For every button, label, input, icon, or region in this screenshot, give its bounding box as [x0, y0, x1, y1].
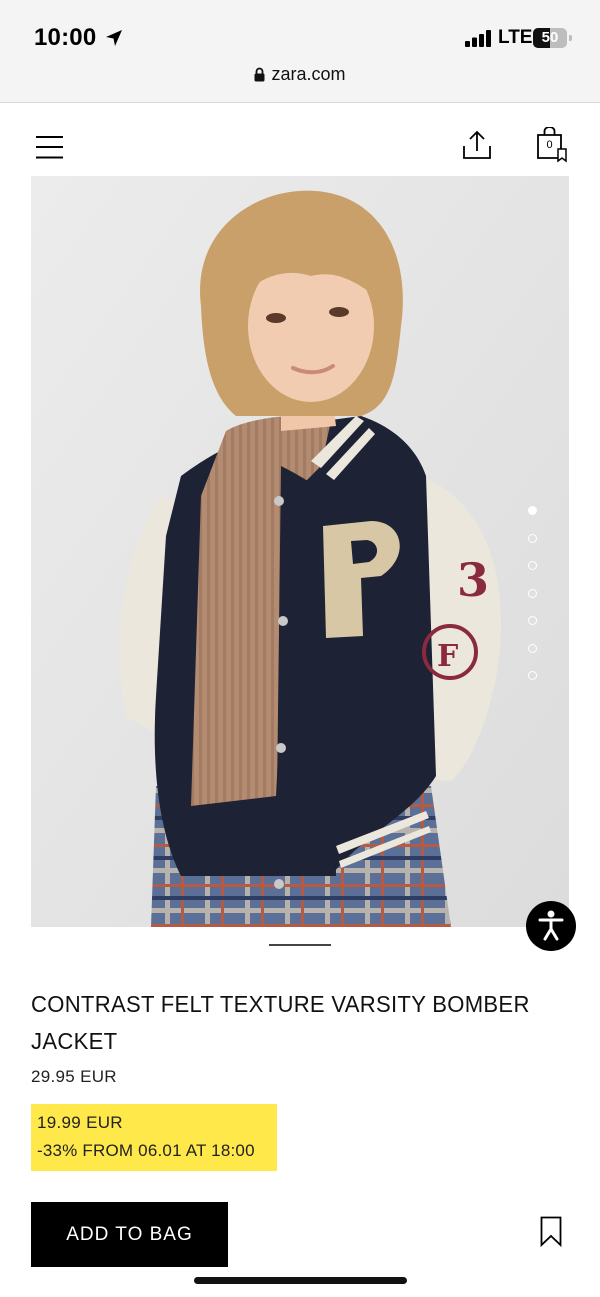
status-time: 10:00 [34, 24, 97, 51]
svg-text:3: 3 [457, 553, 489, 607]
gallery-dot[interactable] [528, 643, 537, 653]
signal-icon [465, 30, 491, 47]
network-type: LTE [498, 27, 533, 48]
bag-count: 0 [546, 139, 553, 151]
promo-badge: 19.99 EUR -33% FROM 06.01 AT 18:00 [31, 1104, 277, 1171]
original-price: 29.95 EUR [31, 1067, 117, 1086]
site-header [0, 103, 600, 175]
bookmark-icon[interactable] [540, 1216, 562, 1247]
svg-text:F: F [437, 639, 458, 674]
share-icon[interactable] [462, 130, 492, 160]
accessibility-button[interactable] [526, 901, 576, 951]
gallery-dot[interactable] [528, 616, 537, 625]
gallery-dot[interactable] [528, 533, 537, 543]
battery-icon: 50 [533, 28, 573, 48]
gallery-dot[interactable] [528, 671, 537, 680]
home-indicator [194, 1277, 407, 1284]
product-title: CONTRAST FELT TEXTURE VARSITY BOMBER JAC… [31, 991, 530, 1054]
gallery-dot[interactable] [528, 561, 537, 570]
product-image[interactable]: 3 F [31, 176, 569, 927]
menu-icon[interactable] [36, 136, 63, 159]
lock-icon [254, 67, 265, 82]
accessibility-icon [538, 910, 564, 941]
gallery-dot[interactable] [528, 588, 537, 598]
bag-icon[interactable]: 0 [536, 127, 570, 163]
location-arrow-icon [106, 30, 122, 46]
gallery-dot[interactable] [528, 506, 537, 515]
url-text: zara.com [271, 64, 346, 84]
battery-level: 50 [541, 29, 559, 46]
url-bar[interactable]: zara.com [0, 64, 600, 85]
gallery-pagination [528, 506, 542, 699]
status-bar: 10:00 LTE 50 zara.com [0, 0, 600, 103]
promo-price: 19.99 EUR [37, 1113, 123, 1132]
add-to-bag-button[interactable]: ADD TO BAG [31, 1202, 228, 1267]
gallery-scroll-indicator [269, 944, 331, 946]
promo-detail: -33% FROM 06.01 AT 18:00 [37, 1141, 255, 1160]
